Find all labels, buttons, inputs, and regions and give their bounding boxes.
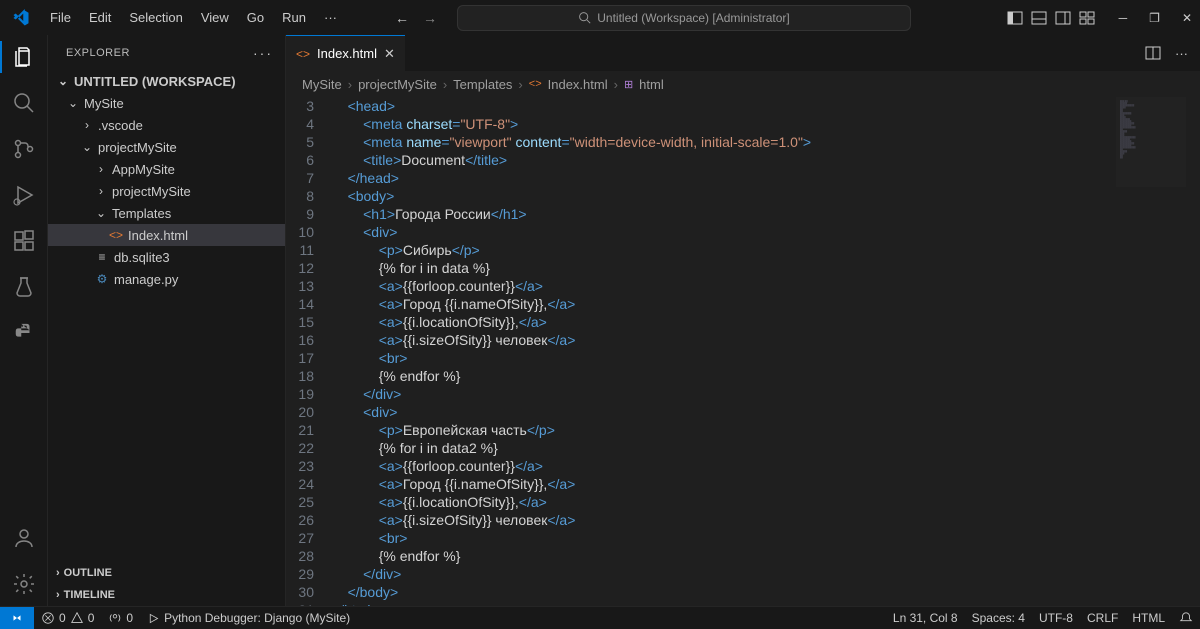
nav-forward[interactable]: → xyxy=(423,10,437,26)
folder-mysite[interactable]: ⌄MySite xyxy=(48,92,285,114)
search-icon xyxy=(578,11,591,24)
status-ports[interactable]: 0 xyxy=(101,607,140,629)
warning-icon xyxy=(70,611,84,625)
status-language[interactable]: HTML xyxy=(1125,611,1172,625)
activity-bar xyxy=(0,35,48,606)
explorer-sidebar: EXPLORER ··· ⌄UNTITLED (WORKSPACE) ⌄MySi… xyxy=(48,35,286,606)
activity-extensions-icon[interactable] xyxy=(12,229,36,253)
remote-indicator[interactable] xyxy=(0,607,34,629)
editor-more-icon[interactable]: ··· xyxy=(1175,46,1188,61)
tab-label: Index.html xyxy=(317,46,377,61)
split-editor-icon[interactable] xyxy=(1145,45,1161,61)
file-manage-py[interactable]: ⚙manage.py xyxy=(48,268,285,290)
tab-close-icon[interactable]: ✕ xyxy=(384,46,395,62)
activity-scm-icon[interactable] xyxy=(12,137,36,161)
activity-search-icon[interactable] xyxy=(12,91,36,115)
database-file-icon: ≡ xyxy=(94,249,110,265)
menu-edit[interactable]: Edit xyxy=(81,6,119,29)
explorer-more-icon[interactable]: ··· xyxy=(253,45,273,61)
window-minimize[interactable]: ─ xyxy=(1119,11,1128,25)
nav-back[interactable]: ← xyxy=(395,10,409,26)
html-file-icon: <> xyxy=(296,47,310,61)
file-tree: ⌄UNTITLED (WORKSPACE) ⌄MySite ›.vscode ⌄… xyxy=(48,70,285,562)
layout-customize-icon[interactable] xyxy=(1079,10,1095,26)
editor-area: <> Index.html ✕ ··· MySite› projectMySit… xyxy=(286,35,1200,606)
status-bar: 0 0 0 Python Debugger: Django (MySite) L… xyxy=(0,606,1200,629)
activity-python-icon[interactable] xyxy=(12,321,36,345)
status-problems[interactable]: 0 0 xyxy=(34,607,101,629)
python-file-icon: ⚙ xyxy=(94,271,110,287)
tab-bar: <> Index.html ✕ ··· xyxy=(286,35,1200,71)
activity-account-icon[interactable] xyxy=(12,526,36,550)
activity-testing-icon[interactable] xyxy=(12,275,36,299)
command-center[interactable]: Untitled (Workspace) [Administrator] xyxy=(457,5,911,31)
status-eol[interactable]: CRLF xyxy=(1080,611,1125,625)
status-spaces[interactable]: Spaces: 4 xyxy=(965,611,1032,625)
code-editor[interactable]: 3456789101112131415161718192021222324252… xyxy=(286,97,1200,606)
folder-appmysite[interactable]: ›AppMySite xyxy=(48,158,285,180)
title-bar: File Edit Selection View Go Run ··· ← → … xyxy=(0,0,1200,35)
command-center-text: Untitled (Workspace) [Administrator] xyxy=(597,11,790,25)
html-file-icon: <> xyxy=(529,78,542,90)
status-debug-config[interactable]: Python Debugger: Django (MySite) xyxy=(140,607,357,629)
tab-index-html[interactable]: <> Index.html ✕ xyxy=(286,35,405,71)
menu-run[interactable]: Run xyxy=(274,6,314,29)
status-notifications-icon[interactable] xyxy=(1172,611,1200,625)
menu-view[interactable]: View xyxy=(193,6,237,29)
layout-sidebar-right-icon[interactable] xyxy=(1055,10,1071,26)
symbol-tag-icon: ⊞ xyxy=(624,78,633,91)
explorer-title: EXPLORER xyxy=(66,47,130,59)
layout-sidebar-left-icon[interactable] xyxy=(1007,10,1023,26)
breadcrumb[interactable]: MySite› projectMySite› Templates› <>Inde… xyxy=(286,71,1200,97)
workspace-root[interactable]: ⌄UNTITLED (WORKSPACE) xyxy=(48,70,285,92)
folder-project[interactable]: ⌄projectMySite xyxy=(48,136,285,158)
html-file-icon: <> xyxy=(108,227,124,243)
code-content[interactable]: <head> <meta charset="UTF-8"> <meta name… xyxy=(328,97,1200,606)
line-gutter: 3456789101112131415161718192021222324252… xyxy=(286,97,328,606)
file-db-sqlite[interactable]: ≡db.sqlite3 xyxy=(48,246,285,268)
window-close[interactable]: ✕ xyxy=(1182,11,1192,25)
status-cursor[interactable]: Ln 31, Col 8 xyxy=(886,611,965,625)
menu-go[interactable]: Go xyxy=(239,6,272,29)
timeline-section[interactable]: ›TIMELINE xyxy=(48,584,285,606)
menu-overflow[interactable]: ··· xyxy=(316,6,345,29)
debug-icon xyxy=(147,612,160,625)
vscode-logo-icon xyxy=(12,9,30,27)
activity-settings-icon[interactable] xyxy=(12,572,36,596)
error-icon xyxy=(41,611,55,625)
radio-tower-icon xyxy=(108,611,122,625)
activity-explorer-icon[interactable] xyxy=(12,45,36,69)
menu-selection[interactable]: Selection xyxy=(121,6,190,29)
activity-debug-icon[interactable] xyxy=(12,183,36,207)
status-encoding[interactable]: UTF-8 xyxy=(1032,611,1080,625)
layout-panel-icon[interactable] xyxy=(1031,10,1047,26)
layout-controls xyxy=(1007,10,1095,26)
file-index-html[interactable]: <>Index.html xyxy=(48,224,285,246)
folder-vscode[interactable]: ›.vscode xyxy=(48,114,285,136)
outline-section[interactable]: ›OUTLINE xyxy=(48,562,285,584)
folder-templates[interactable]: ⌄Templates xyxy=(48,202,285,224)
menu-file[interactable]: File xyxy=(42,6,79,29)
window-maximize[interactable]: ❐ xyxy=(1149,11,1160,25)
folder-projectmysite[interactable]: ›projectMySite xyxy=(48,180,285,202)
